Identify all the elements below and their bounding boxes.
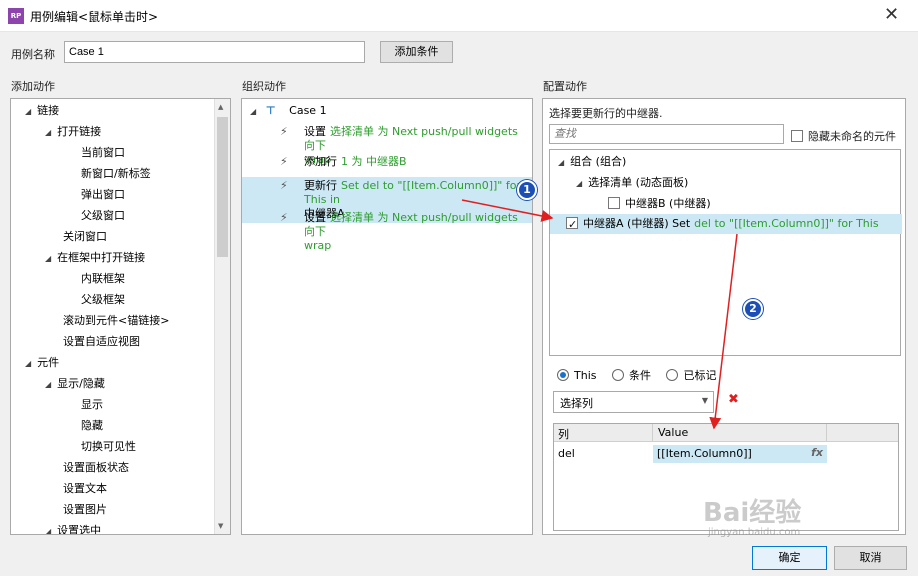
ok-button[interactable]: 确定 [752, 546, 827, 570]
step-badge-1: 1 [517, 180, 537, 200]
watermark-url: jingyan.baidu.com [708, 527, 801, 538]
arrow-two [709, 233, 738, 430]
watermark-logo: Bai经验 [703, 498, 802, 528]
arrow-one [461, 199, 554, 222]
annotation-arrows [461, 199, 738, 430]
step-badge-2: 2 [743, 299, 763, 319]
cancel-button[interactable]: 取消 [834, 546, 907, 570]
